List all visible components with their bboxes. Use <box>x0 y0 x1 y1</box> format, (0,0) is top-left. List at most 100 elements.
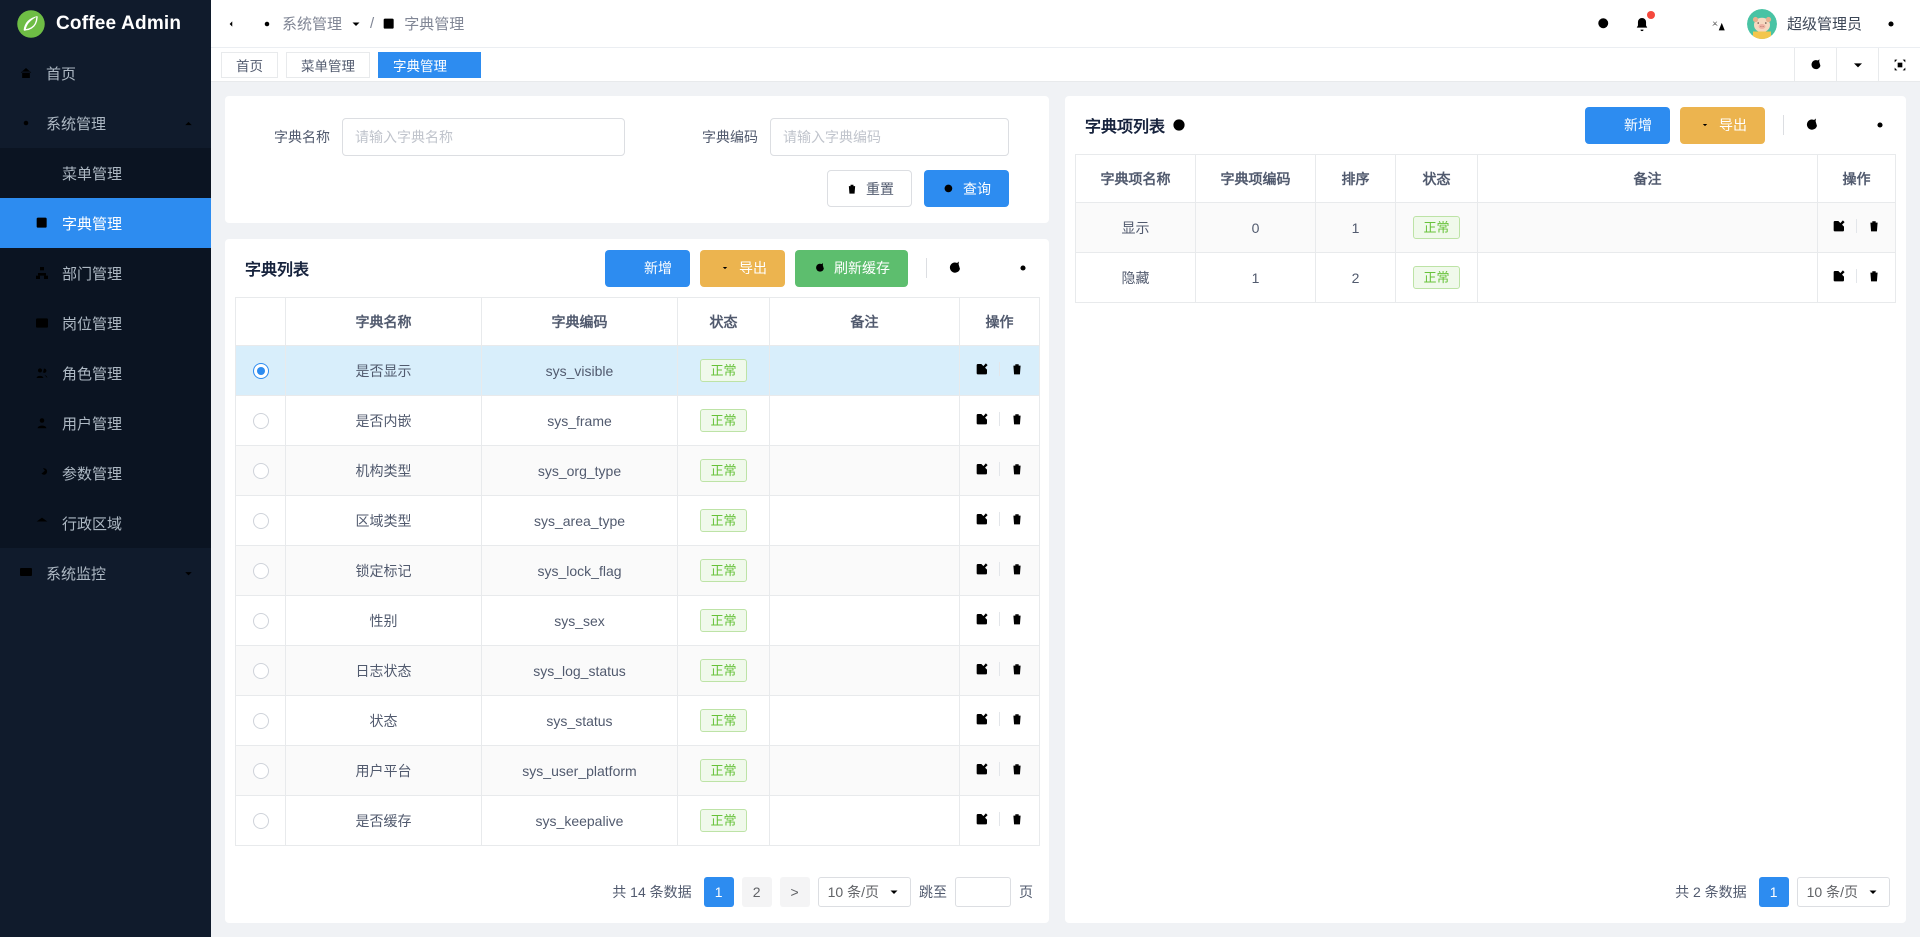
fullscreen-button[interactable] <box>1671 15 1689 33</box>
delete-icon[interactable] <box>1009 561 1025 577</box>
row-select-radio[interactable] <box>253 413 269 429</box>
row-select-radio[interactable] <box>253 763 269 779</box>
tab-home[interactable]: 首页 <box>221 52 278 78</box>
tab-menu-mgmt[interactable]: 菜单管理 <box>286 52 370 78</box>
dict-table-row[interactable]: 用户平台 sys_user_platform 正常 <box>236 746 1040 796</box>
edit-icon[interactable] <box>974 461 990 477</box>
row-select-radio[interactable] <box>253 713 269 729</box>
edit-icon[interactable] <box>974 711 990 727</box>
language-button[interactable] <box>1709 15 1727 33</box>
row-select-radio[interactable] <box>253 563 269 579</box>
page-button-1[interactable]: 1 <box>1759 877 1789 907</box>
query-button[interactable]: 查询 <box>924 170 1009 207</box>
edit-icon[interactable] <box>974 511 990 527</box>
delete-icon[interactable] <box>1009 511 1025 527</box>
delete-icon[interactable] <box>1866 268 1882 284</box>
sidebar-item-user-mgmt[interactable]: 用户管理 <box>0 398 211 448</box>
status-badge: 正常 <box>700 609 746 632</box>
dict-table-row[interactable]: 性别 sys_sex 正常 <box>236 596 1040 646</box>
dictionary-icon <box>381 16 397 32</box>
table-settings-button[interactable] <box>1868 116 1892 134</box>
dict-table-row[interactable]: 是否显示 sys_visible 正常 <box>236 346 1040 396</box>
edit-icon[interactable] <box>974 561 990 577</box>
sidebar-item-home[interactable]: 首页 <box>0 48 211 98</box>
sidebar-collapse-button[interactable] <box>227 15 245 33</box>
tab-dict-mgmt[interactable]: 字典管理 <box>378 52 481 78</box>
table-settings-button[interactable] <box>1011 259 1035 277</box>
row-select-radio[interactable] <box>253 363 269 379</box>
sidebar-item-menu-mgmt[interactable]: 菜单管理 <box>0 148 211 198</box>
info-icon[interactable] <box>1171 117 1187 133</box>
dict-add-button[interactable]: 新增 <box>605 250 690 287</box>
app-logo[interactable]: Coffee Admin <box>0 0 211 48</box>
edit-icon[interactable] <box>974 411 990 427</box>
dict-item-row[interactable]: 隐藏 1 2 正常 <box>1076 253 1896 303</box>
edit-icon[interactable] <box>1831 268 1847 284</box>
dict-item-add-button[interactable]: 新增 <box>1585 107 1670 144</box>
table-font-size-button[interactable] <box>1834 116 1858 134</box>
dict-table-row[interactable]: 锁定标记 sys_lock_flag 正常 <box>236 546 1040 596</box>
edit-icon[interactable] <box>974 761 990 777</box>
delete-icon[interactable] <box>1009 761 1025 777</box>
sidebar-item-system-monitor[interactable]: 系统监控 <box>0 548 211 598</box>
page-button-1[interactable]: 1 <box>704 877 734 907</box>
sidebar-item-post-mgmt[interactable]: 岗位管理 <box>0 298 211 348</box>
dict-table-row[interactable]: 日志状态 sys_log_status 正常 <box>236 646 1040 696</box>
dict-item-export-button[interactable]: 导出 <box>1680 107 1765 144</box>
dict-item-row[interactable]: 显示 0 1 正常 <box>1076 203 1896 253</box>
sidebar-item-param-mgmt[interactable]: 参数管理 <box>0 448 211 498</box>
refresh-tab-button[interactable] <box>1794 48 1836 81</box>
table-font-size-button[interactable] <box>977 259 1001 277</box>
page-button-2[interactable]: 2 <box>742 877 772 907</box>
maximize-content-button[interactable] <box>1878 48 1920 81</box>
notifications-button[interactable] <box>1633 15 1651 33</box>
row-select-radio[interactable] <box>253 613 269 629</box>
refresh-cache-button[interactable]: 刷新缓存 <box>795 250 908 287</box>
edit-icon[interactable] <box>974 811 990 827</box>
settings-button[interactable] <box>1882 15 1900 33</box>
edit-icon[interactable] <box>974 611 990 627</box>
divider <box>999 612 1000 626</box>
dict-table-row[interactable]: 是否内嵌 sys_frame 正常 <box>236 396 1040 446</box>
delete-icon[interactable] <box>1009 411 1025 427</box>
delete-icon[interactable] <box>1009 361 1025 377</box>
delete-icon[interactable] <box>1866 218 1882 234</box>
delete-icon[interactable] <box>1009 711 1025 727</box>
sidebar-item-dept-mgmt[interactable]: 部门管理 <box>0 248 211 298</box>
edit-icon[interactable] <box>974 661 990 677</box>
table-refresh-button[interactable] <box>1800 116 1824 134</box>
jump-page-input[interactable] <box>955 877 1011 907</box>
sidebar-item-admin-region[interactable]: 行政区域 <box>0 498 211 548</box>
reset-button[interactable]: 重置 <box>827 170 912 207</box>
breadcrumb-parent[interactable]: 系统管理 <box>282 13 342 34</box>
tab-options-button[interactable] <box>1836 48 1878 81</box>
dict-table-row[interactable]: 是否缓存 sys_keepalive 正常 <box>236 796 1040 846</box>
row-select-radio[interactable] <box>253 663 269 679</box>
username[interactable]: 超级管理员 <box>1787 13 1862 34</box>
row-select-radio[interactable] <box>253 813 269 829</box>
sidebar-item-dict-mgmt[interactable]: 字典管理 <box>0 198 211 248</box>
dict-table-row[interactable]: 机构类型 sys_org_type 正常 <box>236 446 1040 496</box>
sidebar-item-role-mgmt[interactable]: 角色管理 <box>0 348 211 398</box>
edit-icon[interactable] <box>974 361 990 377</box>
delete-icon[interactable] <box>1009 811 1025 827</box>
edit-icon[interactable] <box>1831 218 1847 234</box>
dict-name-input[interactable] <box>342 118 625 156</box>
close-icon[interactable] <box>455 59 466 70</box>
avatar[interactable] <box>1747 9 1777 39</box>
search-button[interactable] <box>1595 15 1613 33</box>
table-refresh-button[interactable] <box>943 259 967 277</box>
next-page-button[interactable]: > <box>780 877 810 907</box>
page-size-select[interactable]: 10 条/页 <box>1797 877 1890 907</box>
dict-table-row[interactable]: 状态 sys_status 正常 <box>236 696 1040 746</box>
row-select-radio[interactable] <box>253 463 269 479</box>
dict-code-input[interactable] <box>770 118 1009 156</box>
dict-export-button[interactable]: 导出 <box>700 250 785 287</box>
page-size-select[interactable]: 10 条/页 <box>818 877 911 907</box>
dict-table-row[interactable]: 区域类型 sys_area_type 正常 <box>236 496 1040 546</box>
delete-icon[interactable] <box>1009 611 1025 627</box>
delete-icon[interactable] <box>1009 661 1025 677</box>
row-select-radio[interactable] <box>253 513 269 529</box>
sidebar-item-system-mgmt[interactable]: 系统管理 <box>0 98 211 148</box>
delete-icon[interactable] <box>1009 461 1025 477</box>
